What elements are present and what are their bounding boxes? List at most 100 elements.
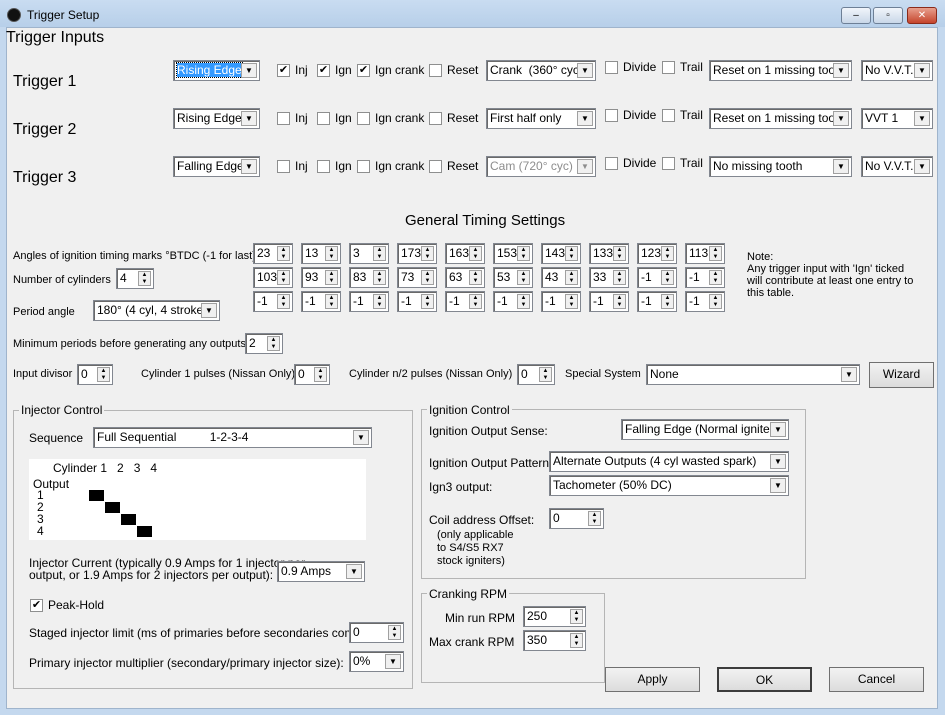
spinner-arrows-icon[interactable]: ▲ ▼ [388,625,401,640]
chevron-down-icon[interactable]: ▼ [914,111,930,126]
ign-crank-checkbox[interactable] [357,112,370,125]
ign-checkbox[interactable] [317,112,330,125]
spinner-arrows-icon[interactable]: ▲ ▼ [661,270,674,285]
timing-mark-spinner[interactable]: 153 ▲ ▼ [493,243,533,264]
spinner-arrows-icon[interactable]: ▲ ▼ [613,246,626,261]
chevron-down-icon[interactable]: ▼ [241,159,257,174]
spinner-arrows-icon[interactable]: ▲ ▼ [588,511,601,526]
spinner-arrows-icon[interactable]: ▲ ▼ [277,246,290,261]
chevron-down-icon[interactable]: ▼ [353,430,369,445]
timing-mark-spinner[interactable]: 113 ▲ ▼ [685,243,725,264]
spinner-arrows-icon[interactable]: ▲ ▼ [325,294,338,309]
edge-select[interactable]: Rising Edge ▼ [173,60,260,81]
chevron-down-icon[interactable]: ▼ [241,111,257,126]
spinner-arrows-icon[interactable]: ▲ ▼ [325,270,338,285]
cylinders-spinner[interactable]: 4 ▲ ▼ [116,268,154,289]
chevron-down-icon[interactable]: ▼ [201,303,217,318]
timing-mark-spinner[interactable]: -1 ▲ ▼ [349,291,389,312]
trail-checkbox[interactable] [662,157,675,170]
spinner-arrows-icon[interactable]: ▲ ▼ [97,367,110,382]
timing-mark-spinner[interactable]: 3 ▲ ▼ [349,243,389,264]
inj-checkbox[interactable] [277,112,290,125]
ign-crank-checkbox[interactable] [357,160,370,173]
spinner-arrows-icon[interactable]: ▲ ▼ [570,633,583,648]
spinner-arrows-icon[interactable]: ▲ ▼ [267,336,280,351]
peak-hold-checkbox[interactable]: ✔ [30,599,43,612]
vvt-select[interactable]: No V.V.T. ▼ [861,156,933,177]
spinner-arrows-icon[interactable]: ▲ ▼ [277,294,290,309]
spinner-arrows-icon[interactable]: ▲ ▼ [565,294,578,309]
spinner-arrows-icon[interactable]: ▲ ▼ [570,609,583,624]
timing-mark-spinner[interactable]: 23 ▲ ▼ [253,243,293,264]
timing-mark-spinner[interactable]: 93 ▲ ▼ [301,267,341,288]
min-periods-spinner[interactable]: 2 ▲ ▼ [245,333,283,354]
spinner-arrows-icon[interactable]: ▲ ▼ [314,367,327,382]
spinner-arrows-icon[interactable]: ▲ ▼ [539,367,552,382]
spinner-arrows-icon[interactable]: ▲ ▼ [661,246,674,261]
chevron-down-icon[interactable]: ▼ [385,654,401,669]
timing-mark-spinner[interactable]: -1 ▲ ▼ [253,291,293,312]
timing-mark-spinner[interactable]: -1 ▲ ▼ [685,291,725,312]
inj-checkbox[interactable] [277,160,290,173]
edge-select[interactable]: Falling Edge ▼ [173,156,260,177]
timing-mark-spinner[interactable]: 63 ▲ ▼ [445,267,485,288]
timing-mark-spinner[interactable]: 103 ▲ ▼ [253,267,293,288]
staged-limit-spinner[interactable]: 0 ▲ ▼ [349,622,404,643]
timing-mark-spinner[interactable]: -1 ▲ ▼ [589,291,629,312]
reset-checkbox[interactable] [429,64,442,77]
vvt-select[interactable]: No V.V.T. ▼ [861,60,933,81]
period-angle-select[interactable]: 180° (4 cyl, 4 stroke) ▼ [93,300,220,321]
divide-checkbox[interactable] [605,157,618,170]
cycle-select[interactable]: Crank (360° cyc) ▼ [486,60,596,81]
chevron-down-icon[interactable]: ▼ [770,454,786,469]
ign-checkbox[interactable]: ✔ [317,64,330,77]
timing-mark-spinner[interactable]: 73 ▲ ▼ [397,267,437,288]
coil-offset-spinner[interactable]: 0 ▲ ▼ [549,508,604,529]
timing-mark-spinner[interactable]: 53 ▲ ▼ [493,267,533,288]
wizard-button[interactable]: Wizard [869,362,934,388]
missing-tooth-select[interactable]: Reset on 1 missing tooth ▼ [709,60,852,81]
special-system-select[interactable]: None ▼ [646,364,860,385]
ign-crank-checkbox[interactable]: ✔ [357,64,370,77]
trail-checkbox[interactable] [662,61,675,74]
spinner-arrows-icon[interactable]: ▲ ▼ [661,294,674,309]
chevron-down-icon[interactable]: ▼ [833,111,849,126]
vvt-select[interactable]: VVT 1 ▼ [861,108,933,129]
chevron-down-icon[interactable]: ▼ [577,111,593,126]
pattern-select[interactable]: Alternate Outputs (4 cyl wasted spark) ▼ [549,451,789,472]
timing-mark-spinner[interactable]: -1 ▲ ▼ [541,291,581,312]
cycle-select[interactable]: Cam (720° cyc) ▼ [486,156,596,177]
timing-mark-spinner[interactable]: 43 ▲ ▼ [541,267,581,288]
chevron-down-icon[interactable]: ▼ [841,367,857,382]
timing-mark-spinner[interactable]: -1 ▲ ▼ [685,267,725,288]
edge-select[interactable]: Rising Edge ▼ [173,108,260,129]
spinner-arrows-icon[interactable]: ▲ ▼ [517,294,530,309]
spinner-arrows-icon[interactable]: ▲ ▼ [138,271,151,286]
spinner-arrows-icon[interactable]: ▲ ▼ [325,246,338,261]
timing-mark-spinner[interactable]: 83 ▲ ▼ [349,267,389,288]
reset-checkbox[interactable] [429,160,442,173]
timing-mark-spinner[interactable]: 13 ▲ ▼ [301,243,341,264]
inj-checkbox[interactable]: ✔ [277,64,290,77]
chevron-down-icon[interactable]: ▼ [577,159,593,174]
spinner-arrows-icon[interactable]: ▲ ▼ [613,270,626,285]
ok-button[interactable]: OK [717,667,812,692]
chevron-down-icon[interactable]: ▼ [914,63,930,78]
sense-select[interactable]: Falling Edge (Normal igniter) ▼ [621,419,789,440]
close-button[interactable]: ✕ [907,7,937,24]
timing-mark-spinner[interactable]: 143 ▲ ▼ [541,243,581,264]
chevron-down-icon[interactable]: ▼ [833,159,849,174]
chevron-down-icon[interactable]: ▼ [770,422,786,437]
timing-mark-spinner[interactable]: -1 ▲ ▼ [493,291,533,312]
spinner-arrows-icon[interactable]: ▲ ▼ [373,246,386,261]
multiplier-select[interactable]: 0% ▼ [349,651,404,672]
spinner-arrows-icon[interactable]: ▲ ▼ [709,270,722,285]
timing-mark-spinner[interactable]: -1 ▲ ▼ [445,291,485,312]
max-crank-spinner[interactable]: 350 ▲ ▼ [523,630,586,651]
cycle-select[interactable]: First half only ▼ [486,108,596,129]
spinner-arrows-icon[interactable]: ▲ ▼ [421,270,434,285]
spinner-arrows-icon[interactable]: ▲ ▼ [517,270,530,285]
timing-mark-spinner[interactable]: -1 ▲ ▼ [637,267,677,288]
missing-tooth-select[interactable]: No missing tooth ▼ [709,156,852,177]
timing-mark-spinner[interactable]: 123 ▲ ▼ [637,243,677,264]
